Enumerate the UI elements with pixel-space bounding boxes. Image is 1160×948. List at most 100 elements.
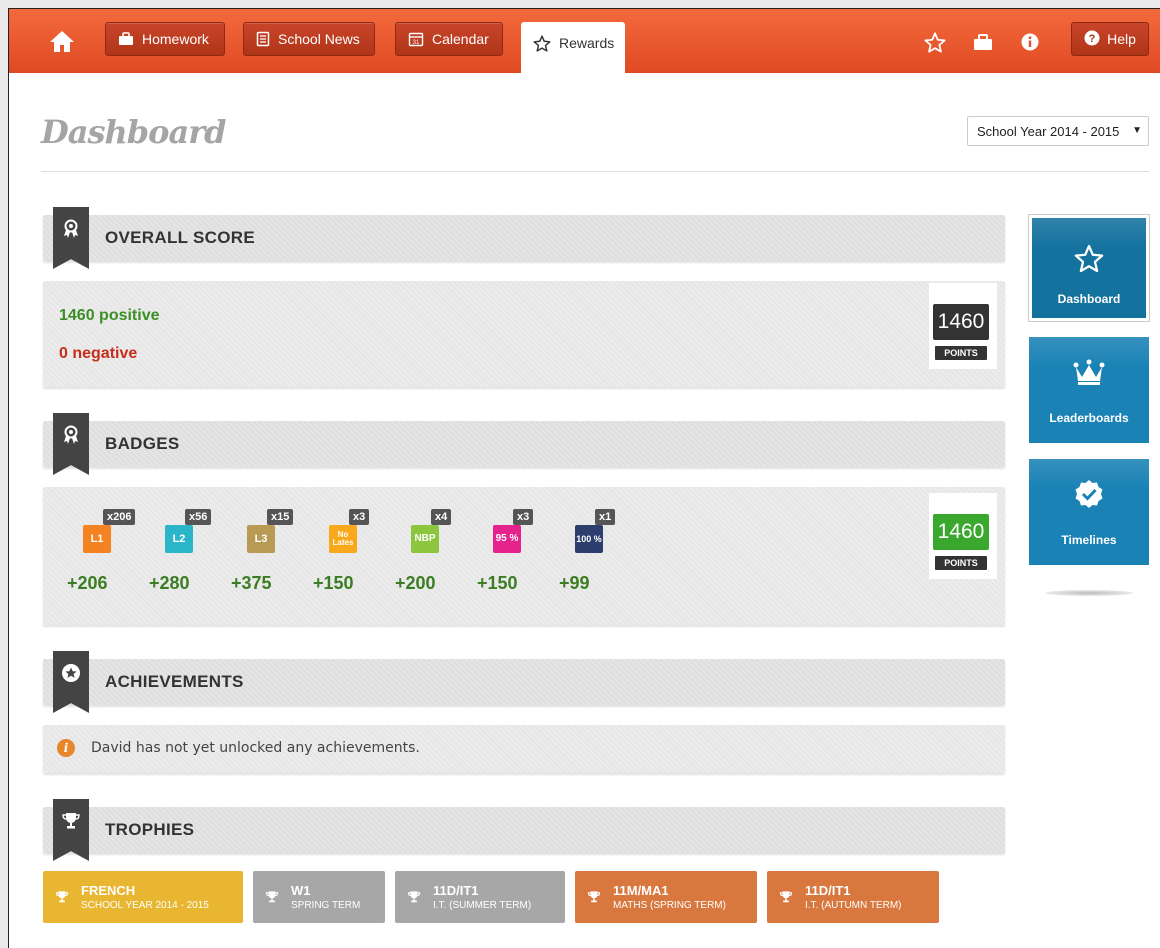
badge-l1-icon: L1 <box>83 525 111 553</box>
badge-item[interactable]: L3 x15 +375 <box>227 509 307 599</box>
side-tile-label: Timelines <box>1061 533 1117 547</box>
check-badge-icon <box>1029 479 1149 509</box>
badge-item[interactable]: L1 x206 +206 <box>63 509 143 599</box>
calendar-label: Calendar <box>432 31 489 47</box>
badge-points-label: POINTS <box>935 556 987 570</box>
top-nav: Homework School News 31 Calendar Rewards <box>9 9 1160 73</box>
trophy-name: W1 <box>291 883 311 898</box>
badge-nbp-icon: NBP <box>411 525 439 553</box>
badge-l2-icon: L2 <box>165 525 193 553</box>
badge-value: +150 <box>313 573 354 593</box>
trophy-sub: I.T. (SUMMER TERM) <box>433 900 532 911</box>
briefcase-icon <box>118 32 134 46</box>
award-ribbon-icon <box>53 207 89 269</box>
home-icon <box>50 31 74 52</box>
homework-button[interactable]: Homework <box>105 22 225 56</box>
school-news-button[interactable]: School News <box>243 22 375 56</box>
badges-title: BADGES <box>105 434 180 453</box>
side-tile-label: Dashboard <box>1057 292 1121 306</box>
trophy-sub: SPRING TERM <box>291 900 361 911</box>
app-window: Homework School News 31 Calendar Rewards <box>8 8 1160 948</box>
school-year-select[interactable]: School Year 2014 - 2015 ▼ <box>967 116 1149 146</box>
badge-value: +200 <box>395 573 436 593</box>
badge-points-value: 1460 <box>933 514 989 550</box>
calendar-button[interactable]: 31 Calendar <box>395 22 503 56</box>
achievements-title: ACHIEVEMENTS <box>105 672 244 691</box>
svg-text:31: 31 <box>413 40 420 46</box>
badge-item[interactable]: L2 x56 +280 <box>145 509 225 599</box>
news-icon <box>256 31 270 47</box>
trophy-item[interactable]: FRENCH SCHOOL YEAR 2014 - 2015 <box>43 871 243 923</box>
star-icon <box>533 35 551 55</box>
badge-no-lates-icon: No Lates <box>329 525 357 553</box>
star-circle-icon <box>53 651 89 713</box>
page-title: Dashboard <box>41 113 226 151</box>
negative-count: 0 negative <box>59 345 138 362</box>
calendar-icon: 31 <box>408 31 424 47</box>
briefcase-icon[interactable] <box>971 30 995 54</box>
badge-count: x206 <box>103 509 136 525</box>
badge-value: +280 <box>149 573 190 593</box>
tab-rewards[interactable]: Rewards <box>521 22 625 73</box>
badge-100-percent-icon: 100 % <box>575 525 603 553</box>
achievements-message: David has not yet unlocked any achieveme… <box>91 740 420 756</box>
crown-icon <box>1029 359 1149 387</box>
trophies-header: TROPHIES <box>43 799 1005 861</box>
side-tile-dashboard[interactable]: Dashboard <box>1028 214 1150 322</box>
rewards-label: Rewards <box>559 35 615 51</box>
school-year-value: School Year 2014 - 2015 <box>977 123 1120 139</box>
trophy-name: 11D/IT1 <box>433 883 479 898</box>
badges-panel: L1 x206 +206 L2 x56 +280 L3 x15 +375 No … <box>43 487 1005 625</box>
overall-score-title: OVERALL SCORE <box>105 228 255 247</box>
badge-value: +150 <box>477 573 518 593</box>
trophy-icon <box>779 889 793 905</box>
badge-count: x3 <box>513 509 534 525</box>
badge-points-box: 1460 POINTS <box>929 493 997 579</box>
side-tile-timelines[interactable]: Timelines <box>1029 459 1149 565</box>
badge-item[interactable]: 95 % x3 +150 <box>473 509 553 599</box>
badges-header: BADGES <box>43 413 1005 475</box>
trophy-name: 11M/MA1 <box>613 883 669 898</box>
trophy-sub: I.T. (AUTUMN TERM) <box>805 900 902 911</box>
trophy-icon <box>407 889 421 905</box>
achievements-panel: i David has not yet unlocked any achieve… <box>43 725 1005 773</box>
trophy-icon <box>55 889 69 905</box>
badge-count: x1 <box>595 509 616 525</box>
trophy-sub: MATHS (SPRING TERM) <box>613 900 726 911</box>
overall-points-label: POINTS <box>935 346 987 360</box>
info-icon[interactable] <box>1018 30 1042 54</box>
trophy-item[interactable]: 11M/MA1 MATHS (SPRING TERM) <box>575 871 757 923</box>
overall-points-value: 1460 <box>933 304 989 340</box>
header-divider <box>41 171 1149 172</box>
help-button[interactable]: ? Help <box>1071 22 1149 56</box>
side-tile-leaderboards[interactable]: Leaderboards <box>1029 337 1149 443</box>
trophy-item[interactable]: 11D/IT1 I.T. (AUTUMN TERM) <box>767 871 939 923</box>
side-tile-label: Leaderboards <box>1049 411 1129 425</box>
badge-item[interactable]: No Lates x3 +150 <box>309 509 389 599</box>
favorites-star-icon[interactable] <box>923 30 947 54</box>
achievements-header: ACHIEVEMENTS <box>43 651 1005 713</box>
badge-95-percent-icon: 95 % <box>493 525 521 553</box>
trophy-name: FRENCH <box>81 883 136 898</box>
trophy-icon <box>587 889 601 905</box>
trophy-item[interactable]: 11D/IT1 I.T. (SUMMER TERM) <box>395 871 565 923</box>
trophy-item[interactable]: W1 SPRING TERM <box>253 871 385 923</box>
trophy-name: 11D/IT1 <box>805 883 851 898</box>
badge-item[interactable]: NBP x4 +200 <box>391 509 471 599</box>
question-icon: ? <box>1084 30 1100 49</box>
trophy-icon <box>265 889 279 905</box>
homework-label: Homework <box>142 31 209 47</box>
star-icon <box>1032 244 1146 273</box>
trophy-sub: SCHOOL YEAR 2014 - 2015 <box>81 900 209 911</box>
badge-l3-icon: L3 <box>247 525 275 553</box>
badge-count: x4 <box>431 509 452 525</box>
badge-item[interactable]: 100 % x1 +99 <box>555 509 635 599</box>
badge-value: +206 <box>67 573 108 593</box>
trophy-icon <box>53 799 89 861</box>
badge-count: x56 <box>185 509 212 525</box>
positive-count: 1460 positive <box>59 307 160 324</box>
home-button[interactable] <box>49 29 79 57</box>
award-ribbon-icon <box>53 413 89 475</box>
badge-value: +99 <box>559 573 590 593</box>
svg-text:?: ? <box>1089 33 1096 45</box>
